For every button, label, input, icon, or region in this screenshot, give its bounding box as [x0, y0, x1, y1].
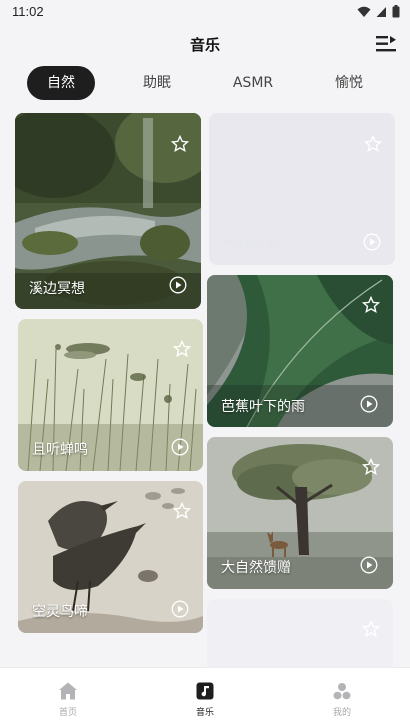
play-circle-icon[interactable]: [363, 233, 381, 251]
star-outline-icon[interactable]: [362, 296, 380, 314]
music-card-banana-leaf-rain[interactable]: 芭蕉叶下的雨: [207, 275, 393, 427]
signal-icon: [376, 6, 386, 17]
tab-label: 愉悦: [335, 75, 363, 91]
star-outline-icon[interactable]: [173, 502, 191, 520]
page-title: 音乐: [189, 36, 220, 54]
music-card-cicada[interactable]: 且听蝉鸣: [18, 319, 203, 471]
music-card-birdsong[interactable]: 空灵鸟啼: [18, 481, 203, 633]
tab-label: 助眠: [143, 75, 171, 91]
tab-asmr[interactable]: ASMR: [219, 66, 287, 100]
play-circle-icon[interactable]: [360, 395, 378, 413]
tab-nature[interactable]: 自然: [27, 66, 95, 100]
play-circle-icon[interactable]: [169, 276, 187, 294]
playlist-icon: [376, 36, 396, 52]
card-title: 溪边冥想: [29, 281, 85, 297]
bottom-nav: 首页 音乐 我的: [0, 667, 410, 728]
star-outline-icon[interactable]: [364, 135, 382, 153]
card-title: 空灵鸟啼: [32, 604, 88, 620]
home-icon: [59, 682, 77, 700]
status-icons: [357, 5, 400, 18]
music-card-bamboo-rain[interactable]: 竹林听雨: [209, 113, 395, 265]
nav-profile[interactable]: 我的: [302, 668, 382, 728]
card-title: 竹林听雨: [223, 237, 279, 253]
nav-home[interactable]: 首页: [28, 668, 108, 728]
playlist-button[interactable]: [376, 35, 396, 53]
profile-icon: [333, 683, 351, 700]
play-circle-icon[interactable]: [171, 600, 189, 618]
star-outline-icon[interactable]: [173, 340, 191, 358]
star-outline-icon[interactable]: [362, 458, 380, 476]
battery-icon: [392, 5, 400, 18]
music-card-partial[interactable]: [207, 599, 393, 667]
nav-label: 我的: [332, 708, 351, 718]
music-card-nature-gift[interactable]: 大自然馈赠: [207, 437, 393, 589]
nav-music[interactable]: 音乐: [165, 668, 245, 728]
status-time: 11:02: [12, 4, 44, 19]
tab-label: ASMR: [232, 75, 274, 91]
music-note-icon: [196, 682, 214, 700]
music-card-stream[interactable]: 溪边冥想: [15, 113, 201, 309]
category-tabs: 自然 助眠 ASMR 愉悦: [0, 66, 410, 102]
play-circle-icon[interactable]: [360, 556, 378, 574]
tab-joy[interactable]: 愉悦: [315, 66, 383, 100]
play-circle-icon[interactable]: [171, 438, 189, 456]
card-title: 芭蕉叶下的雨: [221, 399, 305, 415]
status-bar: 11:02: [0, 0, 410, 24]
star-outline-icon[interactable]: [362, 620, 380, 638]
tab-label: 自然: [47, 75, 75, 91]
card-title: 大自然馈赠: [221, 560, 291, 576]
card-title: 且听蝉鸣: [32, 442, 88, 458]
star-outline-icon[interactable]: [171, 135, 189, 153]
tab-sleep[interactable]: 助眠: [123, 66, 191, 100]
wifi-icon: [357, 6, 371, 17]
nav-label: 音乐: [195, 708, 214, 718]
nav-label: 首页: [58, 708, 77, 718]
